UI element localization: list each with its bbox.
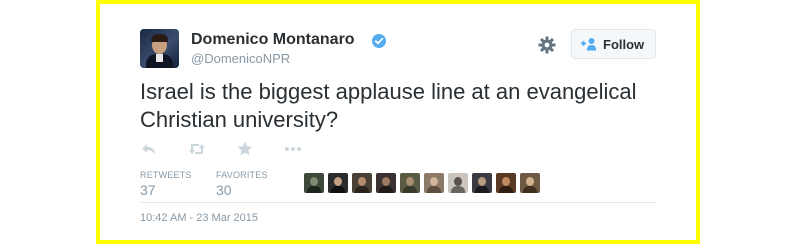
follow-button[interactable]: Follow bbox=[571, 29, 656, 59]
favoriter-avatar[interactable] bbox=[520, 173, 540, 193]
favoriter-avatar[interactable] bbox=[328, 173, 348, 193]
retweet-icon[interactable] bbox=[188, 141, 206, 157]
favoriter-avatar[interactable] bbox=[400, 173, 420, 193]
favoriter-avatar[interactable] bbox=[424, 173, 444, 193]
add-person-icon bbox=[581, 38, 597, 51]
tweet-text: Israel is the biggest applause line at a… bbox=[140, 79, 637, 132]
star-icon[interactable] bbox=[236, 141, 254, 157]
favoriter-avatar[interactable] bbox=[376, 173, 396, 193]
more-dots-icon[interactable] bbox=[284, 141, 302, 157]
tweet-timestamp[interactable]: 10:42 AM - 23 Mar 2015 bbox=[140, 212, 258, 224]
avatar-collar bbox=[156, 54, 163, 62]
follow-button-label: Follow bbox=[603, 37, 645, 52]
favoriter-avatar[interactable] bbox=[448, 173, 468, 193]
gear-icon[interactable] bbox=[538, 36, 556, 54]
retweets-count[interactable]: 37 bbox=[140, 182, 156, 198]
retweets-label[interactable]: RETWEETS bbox=[140, 170, 192, 180]
favoriter-avatar[interactable] bbox=[304, 173, 324, 193]
favoriter-avatar[interactable] bbox=[496, 173, 516, 193]
favoriter-avatar[interactable] bbox=[472, 173, 492, 193]
display-name[interactable]: Domenico Montanaro bbox=[191, 31, 355, 49]
avatar-hair bbox=[151, 34, 168, 42]
favorites-label[interactable]: FAVORITES bbox=[216, 170, 268, 180]
verified-badge-icon bbox=[372, 34, 386, 48]
favorites-count[interactable]: 30 bbox=[216, 182, 232, 198]
favoriter-avatar[interactable] bbox=[352, 173, 372, 193]
reply-icon[interactable] bbox=[140, 141, 158, 157]
tweet-card: Domenico Montanaro @DomenicoNPR Follow I… bbox=[96, 0, 700, 244]
avatar[interactable] bbox=[140, 29, 179, 68]
user-handle[interactable]: @DomenicoNPR bbox=[191, 51, 290, 66]
divider bbox=[140, 202, 656, 203]
